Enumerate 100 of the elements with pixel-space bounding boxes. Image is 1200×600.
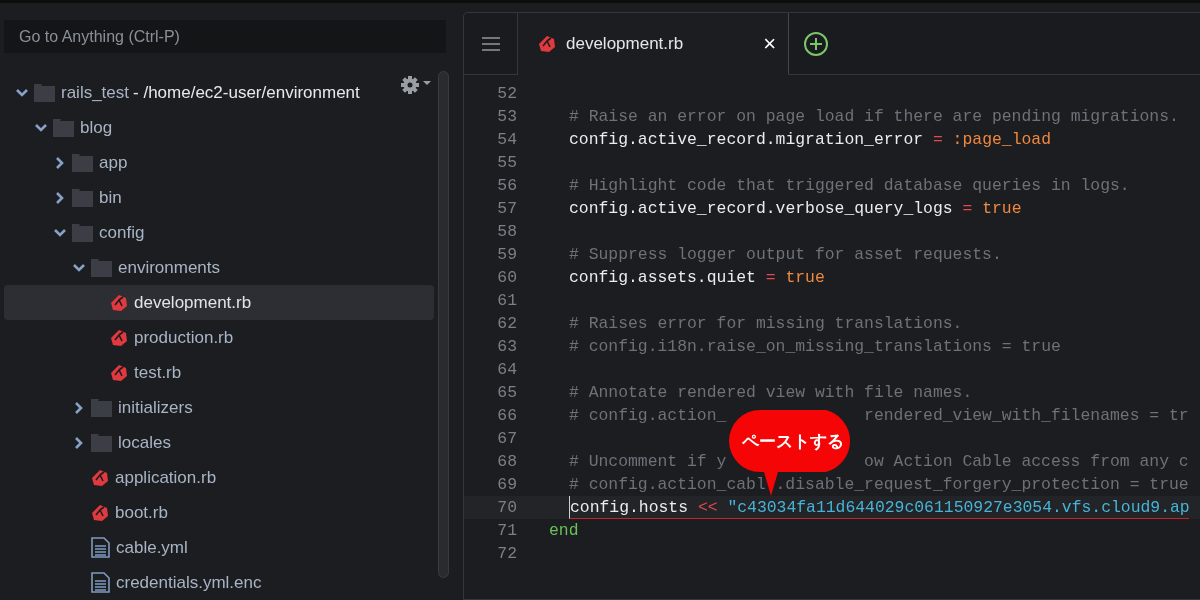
tree-item[interactable]: initializers xyxy=(4,390,434,425)
item-label: blog xyxy=(80,117,113,138)
chevron-down-icon[interactable] xyxy=(35,121,47,134)
ruby-gem-icon xyxy=(110,328,128,347)
tree-item[interactable]: test.rb xyxy=(4,355,434,390)
code-text: config.assets.quiet xyxy=(569,268,757,287)
item-label: environments xyxy=(118,257,221,278)
line-number: 59 xyxy=(496,245,517,264)
line-number: 62 xyxy=(496,314,517,333)
item-label: bin xyxy=(99,187,122,208)
line-number: 54 xyxy=(496,130,517,149)
line-number: 60 xyxy=(496,268,517,287)
item-label: application.rb xyxy=(115,467,217,488)
item-label: locales xyxy=(118,432,171,453)
chevron-right-icon[interactable] xyxy=(54,156,66,169)
code-text: ow Action Cable access from any c xyxy=(864,452,1189,471)
code-text: true xyxy=(981,199,1022,218)
tree-item[interactable]: environments xyxy=(4,250,434,285)
callout-text: ペーストする xyxy=(742,430,844,453)
ruby-gem-icon xyxy=(538,34,556,53)
line-number: 58 xyxy=(496,222,517,241)
chevron-right-icon[interactable] xyxy=(54,191,66,204)
tab-label: development.rb xyxy=(566,33,685,54)
tree-item[interactable]: application.rb xyxy=(4,460,434,495)
tree-item[interactable]: development.rb xyxy=(4,285,434,320)
chevron-down-icon[interactable] xyxy=(73,261,85,274)
item-label: cable.yml xyxy=(116,537,188,558)
line-number: 55 xyxy=(496,153,517,172)
item-label: credentials.yml.enc xyxy=(116,572,262,593)
line-number: 63 xyxy=(496,337,517,356)
line-number: 57 xyxy=(496,199,517,218)
tree-item[interactable]: production.rb xyxy=(4,320,434,355)
code-comment: # config.action_ xyxy=(569,406,727,425)
scrollbar[interactable] xyxy=(438,71,449,578)
ruby-gem-icon xyxy=(91,503,109,522)
code-text: "c43034fa11d644029c061150927e3054.vfs.cloud9.ap xyxy=(726,497,1190,517)
code-comment: # Raises error for missing translations. xyxy=(569,314,963,333)
tree-item[interactable]: bin xyxy=(4,180,434,215)
line-number: 70 xyxy=(496,498,517,517)
tree-item[interactable]: rails_test - /home/ec2-user/environment xyxy=(4,75,434,110)
code-text: :page_load xyxy=(951,130,1051,149)
code-text: .disable_request_forgery_protection = true xyxy=(775,475,1189,494)
line-number: 66 xyxy=(496,406,517,425)
chevron-right-icon[interactable] xyxy=(73,401,85,414)
item-label: initializers xyxy=(118,397,193,418)
line-number: 65 xyxy=(496,383,517,402)
ruby-gem-icon xyxy=(110,293,128,312)
code-text: = xyxy=(962,199,973,218)
folder-icon xyxy=(91,433,112,452)
tree-item[interactable]: cable.yml xyxy=(4,530,434,565)
code-text: << xyxy=(697,497,718,517)
project-path: - /home/ec2-user/environment xyxy=(133,82,360,103)
code-comment: # Raise an error on page load if there are pending migrations. xyxy=(569,107,1179,126)
item-label: development.rb xyxy=(134,292,252,313)
ruby-gem-icon xyxy=(91,468,109,487)
line-number: 56 xyxy=(496,176,517,195)
menu-icon xyxy=(481,36,500,51)
code-comment: # config.i18n.raise_on_missing_translations = true xyxy=(569,337,1061,356)
line-number: 68 xyxy=(496,452,517,471)
close-button[interactable]: × xyxy=(763,30,776,57)
tree-item[interactable]: credentials.yml.enc xyxy=(4,565,434,600)
code-comment: # Suppress logger output for asset requests. xyxy=(569,245,1002,264)
line-number: 53 xyxy=(496,107,517,126)
tree-item[interactable]: app xyxy=(4,145,434,180)
chevron-down-icon[interactable] xyxy=(54,226,66,239)
folder-icon xyxy=(34,83,55,102)
folder-icon xyxy=(72,188,93,207)
code-text: config.active_record.migration_error xyxy=(569,130,925,149)
tree-item[interactable]: boot.rb xyxy=(4,495,434,530)
folder-icon xyxy=(53,118,74,137)
code-text: config.active_record.verbose_query_logs xyxy=(569,199,954,218)
add-tab-icon[interactable] xyxy=(803,30,829,57)
line-number: 67 xyxy=(496,429,517,448)
code-text: config.hosts xyxy=(570,497,690,517)
ruby-gem-icon xyxy=(110,363,128,382)
document-icon xyxy=(91,537,110,558)
item-label: production.rb xyxy=(134,327,234,348)
folder-icon xyxy=(72,153,93,172)
item-label: test.rb xyxy=(134,362,182,383)
code-text: true xyxy=(784,268,825,287)
chevron-down-icon[interactable] xyxy=(16,86,28,99)
code-comment: # Highlight code that triggered database queries in logs. xyxy=(569,176,1130,195)
line-number: 61 xyxy=(496,291,517,310)
chevron-right-icon[interactable] xyxy=(73,436,85,449)
code-text: end xyxy=(549,521,579,540)
item-label: config xyxy=(99,222,145,243)
line-number: 52 xyxy=(496,84,517,103)
tree-item[interactable]: locales xyxy=(4,425,434,460)
code-text: = xyxy=(765,268,776,287)
document-icon xyxy=(91,572,110,593)
search-field[interactable]: Go to Anything (Ctrl-P) xyxy=(4,20,446,53)
editor-tab[interactable]: development.rb × xyxy=(518,13,789,75)
line-number: 71 xyxy=(496,521,517,540)
item-label: app xyxy=(99,152,128,173)
folder-icon xyxy=(72,223,93,242)
tree-item[interactable]: config xyxy=(4,215,434,250)
code-text: rendered_view_with_filenames = tr xyxy=(864,406,1189,425)
line-number: 72 xyxy=(496,544,517,563)
code-comment: # Uncomment if y xyxy=(569,452,727,471)
tree-item[interactable]: blog xyxy=(4,110,434,145)
